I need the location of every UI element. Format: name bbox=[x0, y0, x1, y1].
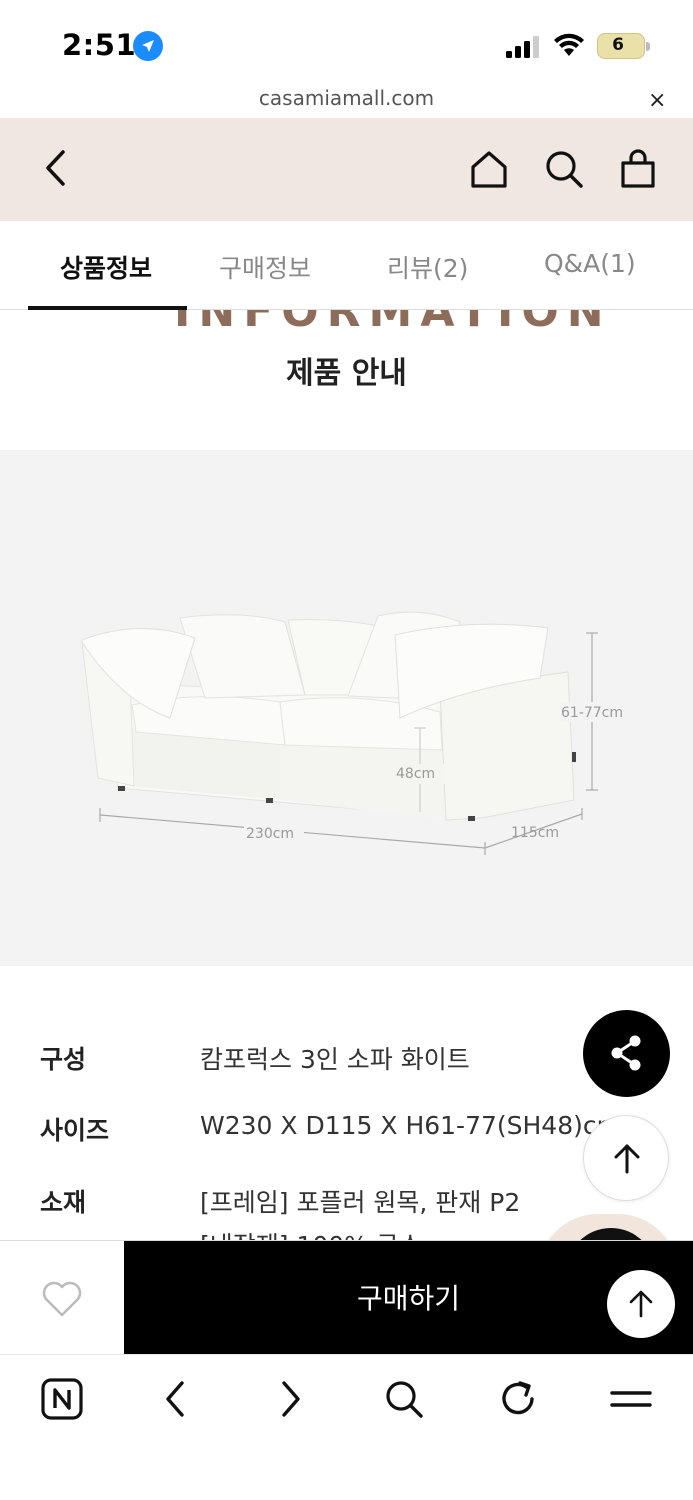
dimension-width-label: 230cm bbox=[246, 826, 294, 842]
naver-home-icon[interactable] bbox=[40, 1377, 84, 1421]
dimension-depth-label: 115cm bbox=[511, 825, 559, 841]
spec-value: 캄포럭스 3인 소파 화이트 bbox=[200, 1045, 470, 1074]
spec-value: [프레임] 포플러 원목, 판재 P2 bbox=[200, 1188, 521, 1217]
spec-label: 사이즈 bbox=[40, 1116, 110, 1145]
home-icon[interactable] bbox=[469, 149, 509, 189]
address-bar-url[interactable]: casamiamall.com bbox=[0, 86, 693, 110]
product-info-section: INFORMATION 제품 안내 230cm 115cm 61-77cm 48… bbox=[0, 310, 693, 1240]
dimension-height-label: 61-77cm bbox=[561, 705, 623, 721]
sofa-illustration: 230cm 115cm 61-77cm 48cm bbox=[81, 611, 630, 855]
spec-value: W230 X D115 X H61-77(SH48)cm bbox=[200, 1111, 621, 1140]
menu-icon[interactable] bbox=[610, 1377, 654, 1421]
purchase-bar: 구매하기 bbox=[0, 1240, 693, 1355]
arrow-up-icon bbox=[629, 1290, 653, 1318]
browser-search-icon[interactable] bbox=[382, 1377, 426, 1421]
shopping-bag-icon[interactable] bbox=[618, 149, 658, 189]
cellular-signal-icon bbox=[506, 36, 539, 58]
spec-label: 구성 bbox=[40, 1045, 87, 1074]
nav-forward-icon[interactable] bbox=[268, 1377, 312, 1421]
battery-indicator: 6 bbox=[597, 33, 650, 59]
product-tabs: 상품정보 구매정보 리뷰(2) Q&A(1) bbox=[0, 221, 693, 310]
tab-product-info[interactable]: 상품정보 bbox=[60, 249, 152, 285]
battery-level: 6 bbox=[612, 35, 624, 55]
spec-label: 소재 bbox=[40, 1188, 87, 1217]
share-icon bbox=[611, 1035, 641, 1071]
tab-qna[interactable]: Q&A(1) bbox=[544, 249, 636, 278]
refresh-icon[interactable] bbox=[496, 1377, 540, 1421]
status-bar: 2:51 6 casamiamall.com × bbox=[0, 0, 693, 113]
arrow-up-icon bbox=[614, 1144, 640, 1174]
scroll-top-button-secondary[interactable] bbox=[607, 1270, 675, 1338]
tab-purchase-info[interactable]: 구매정보 bbox=[219, 249, 311, 285]
browser-toolbar bbox=[0, 1354, 693, 1500]
wifi-icon bbox=[554, 33, 584, 56]
tab-reviews[interactable]: 리뷰(2) bbox=[387, 249, 468, 285]
section-title: 제품 안내 bbox=[286, 356, 407, 391]
product-image: 230cm 115cm 61-77cm 48cm bbox=[0, 450, 693, 966]
ghost-heading: INFORMATION bbox=[174, 310, 612, 337]
location-arrow-icon bbox=[133, 31, 163, 61]
heart-icon bbox=[42, 1281, 82, 1317]
dimension-seat-height-label: 48cm bbox=[396, 766, 435, 782]
close-tab-icon[interactable]: × bbox=[648, 88, 666, 113]
spec-value: [내장재] 100% 구스 bbox=[200, 1226, 422, 1240]
share-button[interactable] bbox=[583, 1010, 670, 1097]
nav-back-icon[interactable] bbox=[154, 1377, 198, 1421]
wishlist-button[interactable] bbox=[0, 1241, 124, 1355]
search-icon[interactable] bbox=[544, 149, 584, 189]
scroll-top-button[interactable] bbox=[583, 1115, 669, 1201]
status-time: 2:51 bbox=[62, 28, 137, 62]
back-icon[interactable] bbox=[40, 148, 72, 188]
site-header bbox=[0, 118, 693, 221]
